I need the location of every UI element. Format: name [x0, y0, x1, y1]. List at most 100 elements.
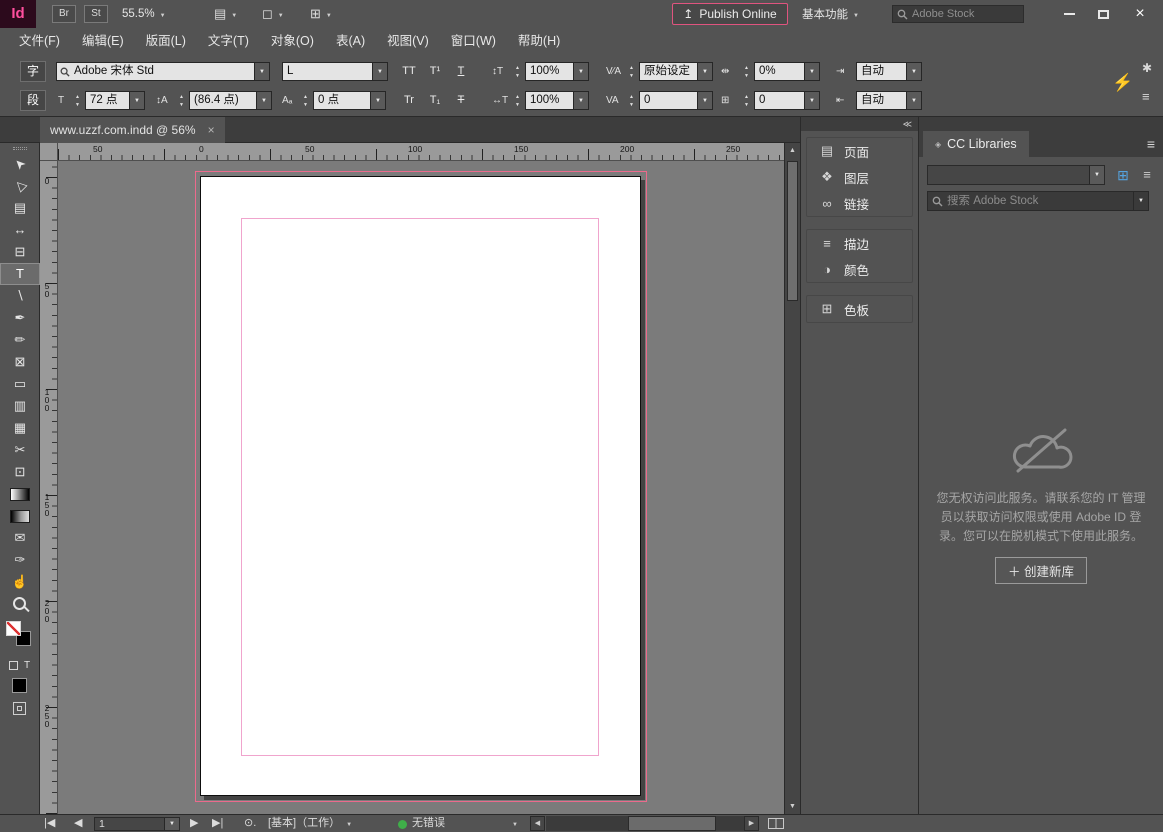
gap-tool[interactable]: ↔ — [0, 219, 40, 241]
type-tool[interactable]: T — [0, 263, 40, 285]
screen-mode-button[interactable] — [13, 702, 26, 715]
paragraph-formatting-button[interactable]: 段 — [20, 90, 46, 111]
menu-edit[interactable]: 编辑(E) — [71, 28, 135, 55]
menu-file[interactable]: 文件(F) — [8, 28, 71, 55]
tab-close-icon[interactable]: × — [208, 123, 215, 137]
chevron-down-icon[interactable] — [256, 92, 271, 109]
proportional-spacing-combo[interactable]: 0% — [754, 62, 820, 81]
chevron-down-icon[interactable] — [573, 92, 588, 109]
superscript-button[interactable]: T¹ — [424, 62, 446, 81]
horizontal-scale-stepper[interactable] — [512, 91, 523, 110]
chevron-down-icon[interactable] — [573, 63, 588, 80]
formatting-text-button[interactable]: T — [24, 660, 30, 671]
vertical-grid-tool[interactable]: ▦ — [0, 417, 40, 439]
workspace-switcher[interactable]: 基本功能 — [802, 5, 859, 23]
chevron-down-icon[interactable] — [370, 92, 385, 109]
view-options-dropdown[interactable]: ▤ — [214, 5, 237, 23]
free-transform-tool[interactable]: ⊡ — [0, 461, 40, 483]
kerning-combo[interactable]: 原始设定 — [639, 62, 713, 81]
screen-mode-dropdown[interactable]: ◻ — [262, 5, 284, 23]
horizontal-scale-combo[interactable]: 100% — [525, 91, 589, 110]
apply-color-button[interactable] — [12, 678, 27, 693]
strikethrough-button[interactable]: T — [450, 91, 472, 110]
rectangle-frame-tool[interactable]: ⊠ — [0, 351, 40, 373]
panel-tab-swatches[interactable]: ⊞ 色板 — [807, 296, 912, 322]
adobe-stock-search[interactable] — [892, 5, 1024, 23]
font-family-combo[interactable]: Adobe 宋体 Std — [56, 62, 270, 81]
arrange-documents-dropdown[interactable]: ⊞ — [310, 5, 332, 23]
fill-swatch[interactable] — [6, 621, 21, 636]
font-style-combo[interactable]: L — [282, 62, 388, 81]
vertical-scrollbar[interactable]: ▲ ▼ — [784, 143, 800, 814]
panel-tab-color[interactable]: ◑ 颜色 — [807, 256, 912, 282]
tracking-combo[interactable]: 0 — [639, 91, 713, 110]
panel-tab-links[interactable]: ∞ 链接 — [807, 190, 912, 216]
publish-online-button[interactable]: ↥ Publish Online — [672, 3, 788, 25]
pen-tool[interactable]: ✒ — [0, 307, 40, 329]
formatting-container-button[interactable] — [9, 661, 18, 670]
next-page-button[interactable]: ▶ — [190, 815, 198, 832]
preflight-profile[interactable]: [基本]（工作） — [268, 815, 352, 832]
minimize-button[interactable] — [1052, 0, 1086, 28]
vertical-scale-combo[interactable]: 100% — [525, 62, 589, 81]
character-formatting-button[interactable]: 字 — [20, 61, 46, 82]
cc-panel-menu-icon[interactable]: ≡ — [1147, 136, 1155, 152]
tracking-stepper[interactable] — [626, 91, 637, 110]
chevron-down-icon[interactable] — [164, 818, 179, 830]
horizontal-scrollbar[interactable] — [546, 816, 744, 831]
menu-table[interactable]: 表(A) — [325, 28, 376, 55]
chevron-down-icon[interactable] — [697, 92, 712, 109]
chevron-down-icon[interactable] — [1133, 192, 1148, 210]
grid-jidori-combo[interactable]: 0 — [754, 91, 820, 110]
cc-search-input[interactable] — [947, 195, 1129, 207]
vertical-ruler[interactable]: 0 50 100 150 200 250 — [40, 161, 58, 814]
cc-search-field[interactable] — [927, 191, 1149, 211]
space-before-char-combo[interactable]: 自动 — [856, 62, 922, 81]
page-number-combo[interactable]: 1 — [94, 817, 180, 831]
chevron-down-icon[interactable] — [1089, 166, 1104, 184]
chevron-down-icon[interactable] — [906, 63, 921, 80]
horizontal-grid-tool[interactable]: ▥ — [0, 395, 40, 417]
preflight-icon[interactable]: ⊙. — [244, 815, 256, 832]
chevron-down-icon[interactable] — [254, 63, 269, 80]
small-caps-button[interactable]: Tr — [398, 91, 420, 110]
panel-tab-layers[interactable]: ❖ 图层 — [807, 164, 912, 190]
grid-view-icon[interactable]: ⊞ — [1113, 165, 1133, 185]
document-page[interactable] — [200, 176, 641, 796]
all-caps-button[interactable]: TT — [398, 62, 420, 81]
underline-button[interactable]: T — [450, 62, 472, 81]
vertical-scale-stepper[interactable] — [512, 62, 523, 81]
eyedropper-tool[interactable]: ✑ — [0, 549, 40, 571]
close-button[interactable]: × — [1120, 0, 1160, 28]
ruler-origin-box[interactable] — [40, 143, 58, 161]
lightning-icon[interactable]: ⚡ — [1112, 73, 1133, 93]
horizontal-ruler[interactable]: 50 0 50 100 150 200 250 — [58, 143, 784, 161]
expand-panels-icon[interactable]: ≪ — [903, 119, 912, 129]
panel-tab-pages[interactable]: ▤ 页面 — [807, 138, 912, 164]
cc-libraries-tab[interactable]: ◈ CC Libraries — [923, 131, 1029, 157]
space-after-char-combo[interactable]: 自动 — [856, 91, 922, 110]
menu-help[interactable]: 帮助(H) — [507, 28, 571, 55]
menu-view[interactable]: 视图(V) — [376, 28, 440, 55]
hand-tool[interactable]: ☝ — [0, 571, 40, 593]
pasteboard[interactable] — [58, 161, 784, 814]
scissors-tool[interactable]: ✂ — [0, 439, 40, 461]
subscript-button[interactable]: T₁ — [424, 91, 446, 110]
scroll-left-icon[interactable]: ◀ — [530, 816, 545, 831]
maximize-button[interactable] — [1086, 0, 1120, 28]
vertical-scroll-thumb[interactable] — [787, 161, 798, 301]
kerning-stepper[interactable] — [626, 62, 637, 81]
font-size-stepper[interactable] — [72, 91, 83, 110]
previous-page-button[interactable]: ◀ — [74, 815, 82, 832]
panel-tab-stroke[interactable]: ≡ 描边 — [807, 230, 912, 256]
grid-jidori-stepper[interactable] — [741, 91, 752, 110]
last-page-button[interactable]: ▶| — [212, 815, 223, 832]
chevron-down-icon[interactable] — [129, 92, 144, 109]
zoom-tool[interactable] — [0, 593, 40, 615]
preflight-menu-arrow[interactable] — [506, 815, 518, 832]
library-select-combo[interactable] — [927, 165, 1105, 185]
control-panel-menu-icon[interactable]: ≡ — [1142, 89, 1150, 104]
scroll-down-icon[interactable]: ▼ — [785, 799, 800, 814]
gear-icon[interactable]: ✱ — [1142, 61, 1152, 75]
horizontal-scroll-thumb[interactable] — [628, 816, 716, 831]
